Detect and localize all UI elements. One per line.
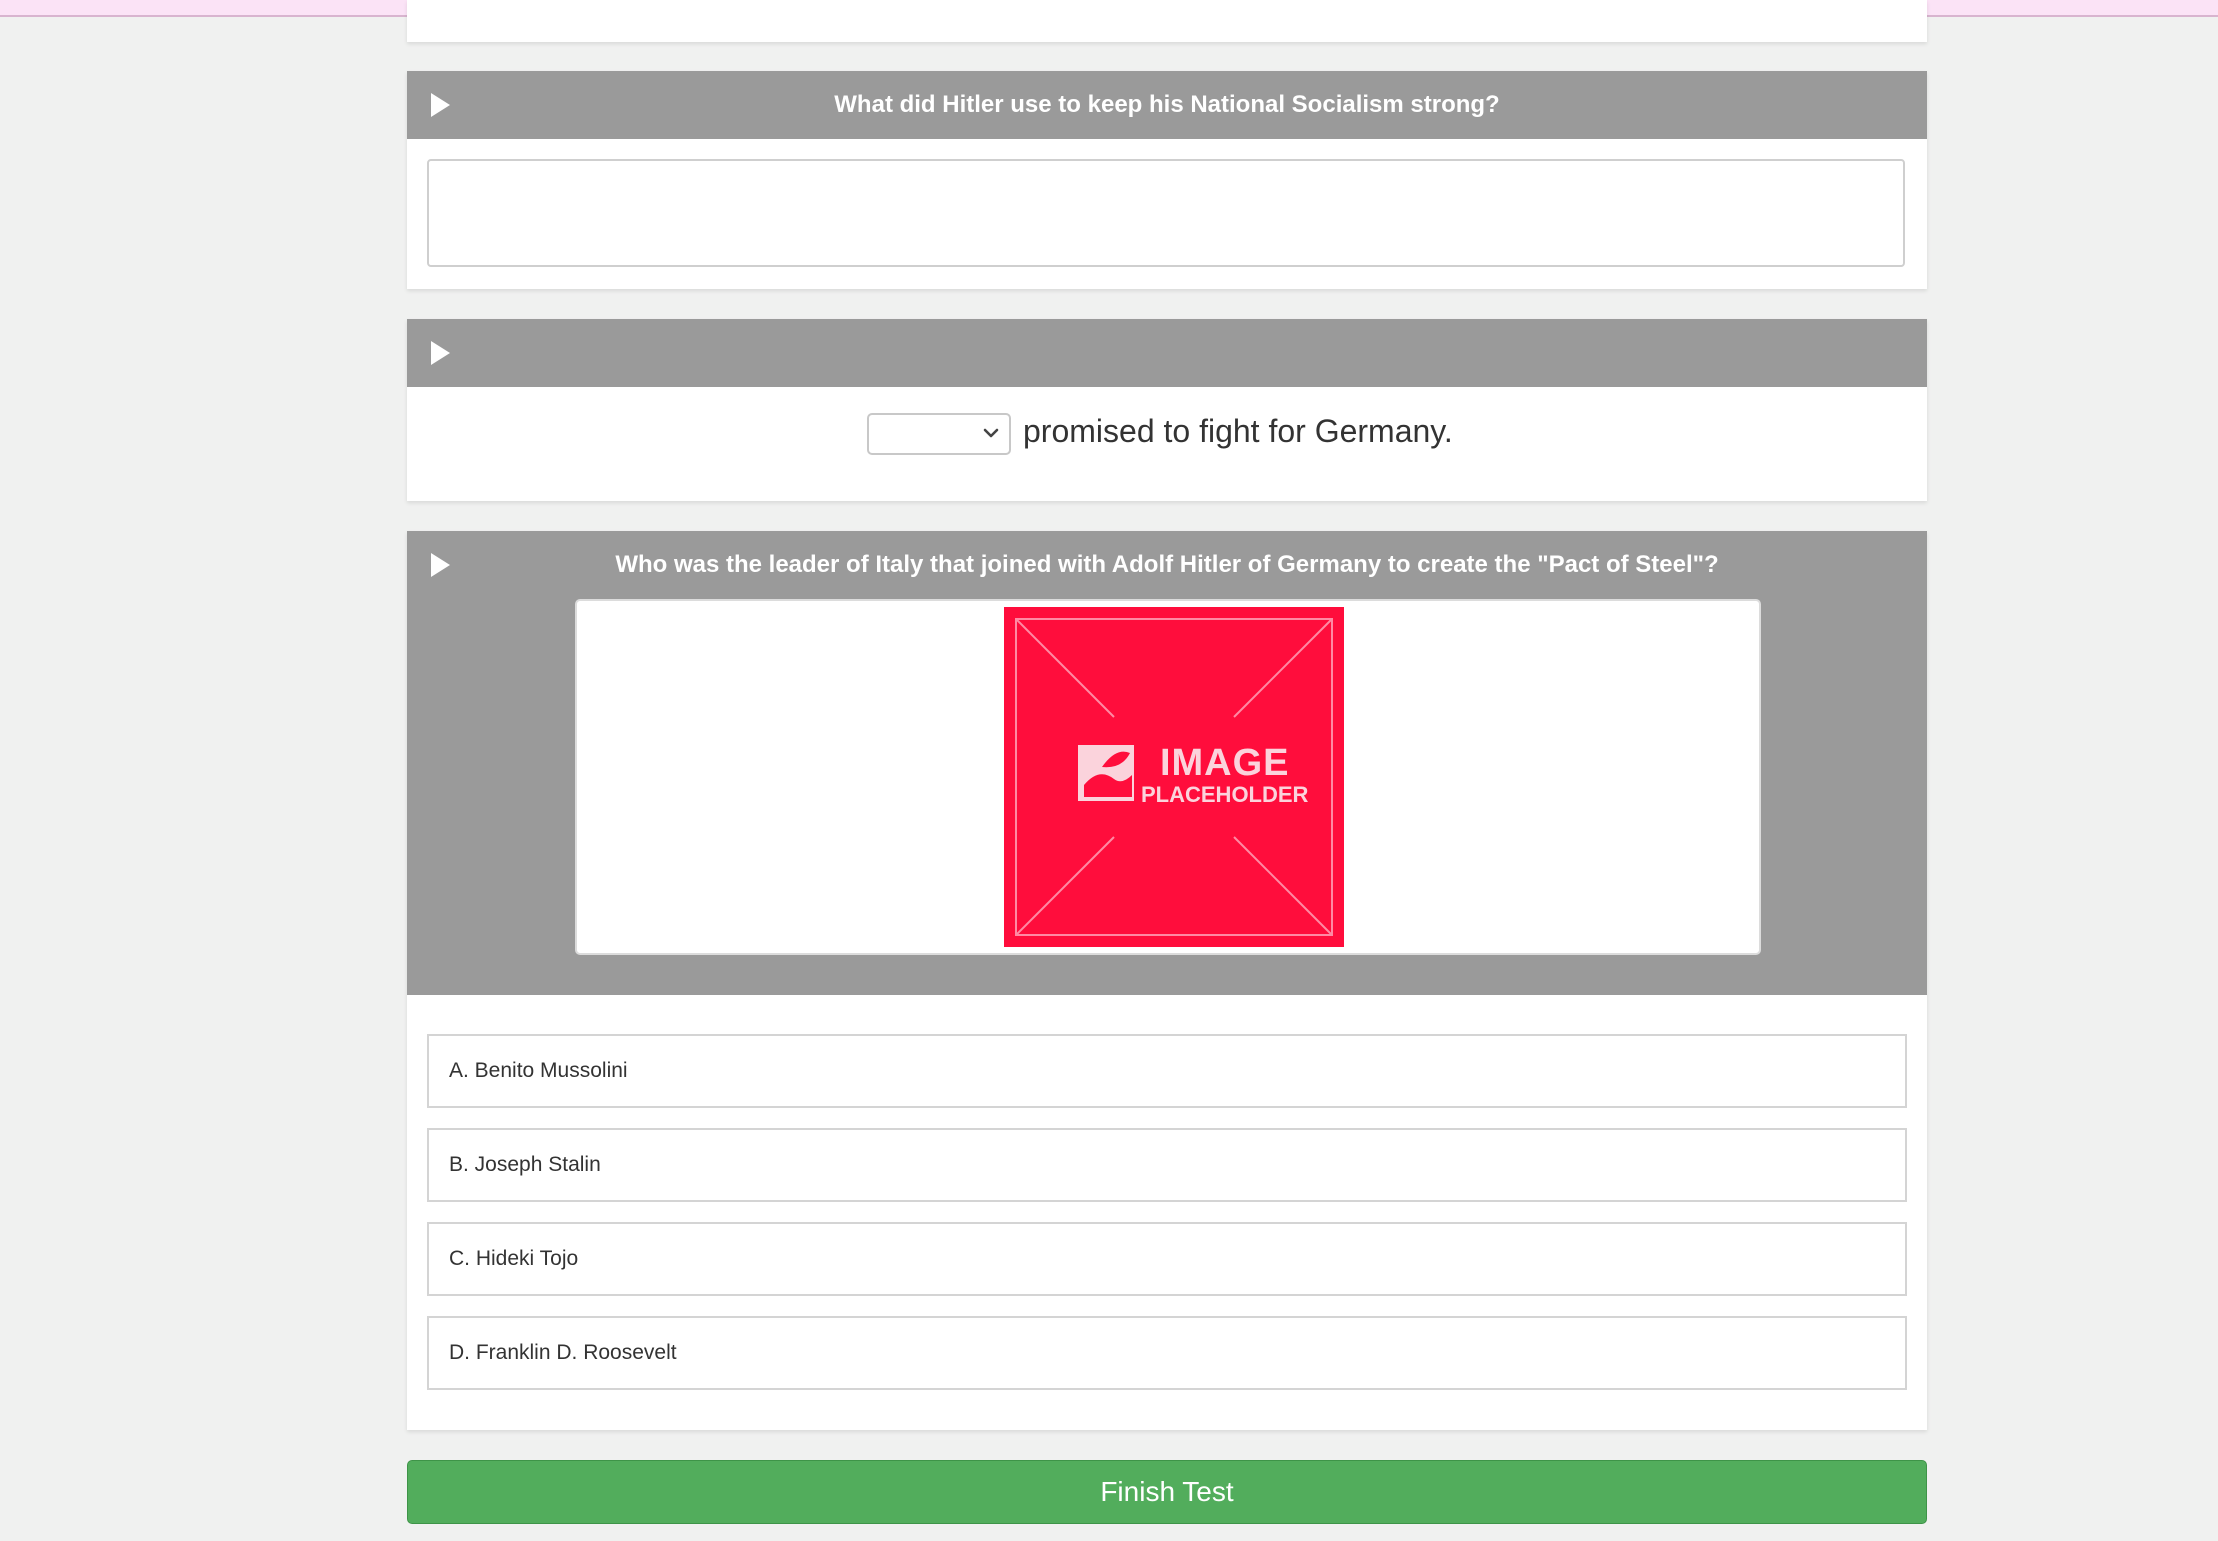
previous-question-card bbox=[407, 0, 1927, 42]
option-label: D. Franklin D. Roosevelt bbox=[449, 1341, 677, 1364]
question-header: What did Hitler use to keep his National… bbox=[407, 71, 1927, 139]
answer-option-a[interactable]: A. Benito Mussolini bbox=[427, 1034, 1907, 1108]
answer-select[interactable] bbox=[867, 413, 1011, 455]
question-card-1: What did Hitler use to keep his National… bbox=[407, 71, 1927, 289]
option-label: A. Benito Mussolini bbox=[449, 1059, 628, 1082]
question-header bbox=[407, 319, 1927, 387]
answer-textarea[interactable] bbox=[427, 159, 1905, 267]
chevron-down-icon bbox=[983, 428, 999, 438]
question-card-2: promised to fight for Germany. bbox=[407, 319, 1927, 501]
question-title: Who was the leader of Italy that joined … bbox=[615, 551, 1719, 578]
question-title: What did Hitler use to keep his National… bbox=[834, 91, 1500, 118]
answer-option-d[interactable]: D. Franklin D. Roosevelt bbox=[427, 1316, 1907, 1390]
placeholder-caption: IMAGE PLACEHOLDER bbox=[1141, 743, 1308, 807]
finish-test-button[interactable]: Finish Test bbox=[407, 1460, 1927, 1524]
sentence-suffix: promised to fight for Germany. bbox=[1023, 413, 1453, 449]
question-image-frame: IMAGE PLACEHOLDER bbox=[575, 599, 1761, 955]
answer-option-c[interactable]: C. Hideki Tojo bbox=[427, 1222, 1907, 1296]
answer-option-b[interactable]: B. Joseph Stalin bbox=[427, 1128, 1907, 1202]
play-icon[interactable] bbox=[431, 341, 450, 365]
option-label: B. Joseph Stalin bbox=[449, 1153, 601, 1176]
question-card-3: Who was the leader of Italy that joined … bbox=[407, 531, 1927, 1430]
placeholder-line-2: PLACEHOLDER bbox=[1141, 782, 1309, 807]
question-image: IMAGE PLACEHOLDER bbox=[1004, 607, 1344, 947]
option-label: C. Hideki Tojo bbox=[449, 1247, 579, 1270]
question-header: Who was the leader of Italy that joined … bbox=[407, 531, 1927, 995]
placeholder-line-1: IMAGE bbox=[1159, 742, 1290, 784]
